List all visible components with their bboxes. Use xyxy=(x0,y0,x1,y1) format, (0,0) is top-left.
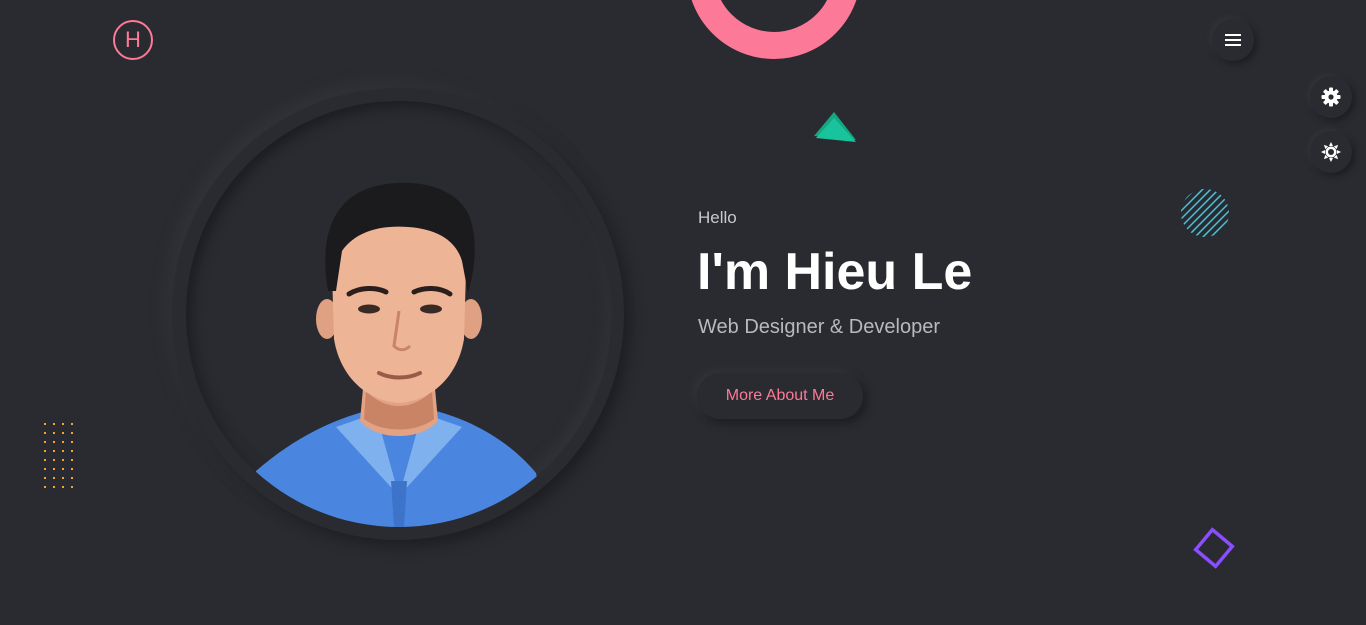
sun-icon xyxy=(1321,142,1341,162)
hero-greeting: Hello xyxy=(698,208,737,227)
theme-toggle-button[interactable] xyxy=(1310,131,1352,173)
profile-photo xyxy=(186,101,612,527)
logo[interactable]: H xyxy=(113,20,153,60)
logo-letter: H xyxy=(125,27,141,52)
hero-title: I'm Hieu Le xyxy=(697,243,973,301)
menu-button[interactable] xyxy=(1212,19,1254,61)
decorative-striped-circle xyxy=(1181,189,1229,237)
decorative-pink-ring xyxy=(687,0,861,59)
decorative-dot-grid xyxy=(44,423,73,488)
hero-subtitle: Web Designer & Developer xyxy=(698,316,940,338)
decorative-purple-diamond xyxy=(1193,527,1235,569)
portrait-illustration xyxy=(246,182,546,527)
gear-icon xyxy=(1321,87,1341,107)
hamburger-menu-icon xyxy=(1225,34,1241,46)
settings-button[interactable] xyxy=(1310,76,1352,118)
decorative-green-triangle xyxy=(814,112,856,142)
more-about-me-button[interactable]: More About Me xyxy=(697,373,863,419)
